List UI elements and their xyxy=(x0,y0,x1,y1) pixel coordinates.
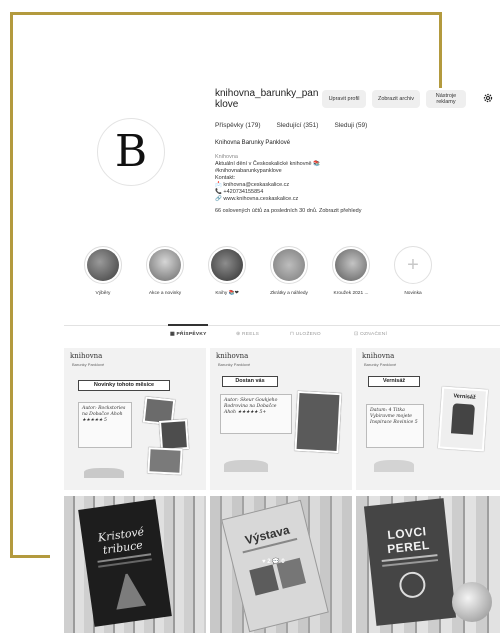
bio-phone: 📞 +420734155854 xyxy=(215,189,264,195)
post-brand-sub: Barunky Panklové xyxy=(218,362,251,367)
following-count[interactable]: Sleduji (59) xyxy=(334,122,367,129)
posts-count[interactable]: Příspěvky (179) xyxy=(215,122,261,129)
highlight-label: Novinka xyxy=(404,291,422,296)
book-sketch xyxy=(224,460,268,472)
tab-reels[interactable]: ⊛ REELS xyxy=(236,332,259,337)
poster-photo-title: Vernisáž xyxy=(453,393,476,401)
profile-tabs: ▦ PŘÍSPĚVKY ⊛ REELS ⊓ ULOŽENO ⊡ OZNAČENÍ xyxy=(64,332,500,344)
tab-tagged[interactable]: ⊡ OZNAČENÍ xyxy=(354,332,387,337)
post-note: Autor: Rockstories na Dobačce Ahoh ★★★★★… xyxy=(78,402,132,448)
followers-count[interactable]: Sledující (351) xyxy=(277,122,319,129)
highlight-cover xyxy=(211,249,243,281)
decoration-shell xyxy=(452,582,492,622)
post-brand-sub: Barunky Panklové xyxy=(72,362,105,367)
post-brand: knihovna xyxy=(216,352,249,360)
event-poster: Kristové tribuce xyxy=(78,499,172,627)
post-brand: knihovna xyxy=(362,352,395,360)
post-brand: knihovna xyxy=(70,352,103,360)
pearl-illustration xyxy=(398,570,427,600)
post-note: Datum: 4 Titka Vybiravme mojete Inspirac… xyxy=(366,404,424,448)
highlight-label: Knihy 📚❤ xyxy=(215,291,239,296)
profile-bio: Knihovna Barunky Panklové Knihovna Aktuá… xyxy=(215,140,415,215)
bio-line: Kontakt: xyxy=(215,175,236,181)
event-poster: LOVCI PEREL xyxy=(363,498,457,626)
gold-frame-bottom xyxy=(10,555,50,558)
gear-icon[interactable] xyxy=(482,92,494,104)
highlight-zkratky[interactable]: Zkrátky a náhledy xyxy=(264,246,314,296)
post-banner: Vernisáž xyxy=(368,376,420,387)
post-tile[interactable]: knihovna Barunky Panklové Vernisáž Datum… xyxy=(356,348,500,490)
profile-stats: Příspěvky (179) Sledující (351) Sleduji … xyxy=(215,122,367,129)
posts-grid: knihovna Barunky Panklové Novinky tohoto… xyxy=(64,348,500,633)
story-highlights: Výběry Akce a novinky Knihy 📚❤ Zkrátky a… xyxy=(76,246,456,306)
highlight-label: Zkrátky a náhledy xyxy=(270,291,308,296)
highlight-label: Kroužek 2021 ... xyxy=(333,291,369,296)
bio-website-link[interactable]: 🔗 www.knihovna.ceskaskalice.cz xyxy=(215,196,415,203)
book-sketch xyxy=(374,460,414,472)
edit-profile-button[interactable]: Upravit profil xyxy=(322,90,366,108)
bio-line: Aktuální dění v Českoskalické knihovně 📚 xyxy=(215,161,320,167)
insights-link[interactable]: 66 oslovených účtů za posledních 30 dnů.… xyxy=(215,208,415,215)
poster-title: LOVCI PEREL xyxy=(386,524,431,557)
ad-tools-button[interactable]: Nástroje reklamy xyxy=(426,90,466,108)
profile-avatar[interactable]: B xyxy=(97,118,165,186)
post-note: Autor: Skeur Goukjeho Rodrovina na Dobač… xyxy=(220,394,292,434)
tab-posts[interactable]: ▦ PŘÍSPĚVKY xyxy=(170,332,207,337)
gold-frame-left xyxy=(10,12,13,558)
highlight-label: Výběry xyxy=(95,291,111,296)
bio-email: 📩 knihovna@ceskaskalice.cz xyxy=(215,182,290,188)
post-tile[interactable]: Výstava ♥ 2 💬 0 xyxy=(210,496,352,633)
post-tile[interactable]: knihovna Barunky Panklové Novinky tohoto… xyxy=(64,348,206,490)
highlight-new[interactable]: + Novinka xyxy=(388,246,438,296)
active-tab-indicator xyxy=(168,324,208,326)
post-banner: Novinky tohoto měsíce xyxy=(78,380,170,391)
highlight-knihy[interactable]: Knihy 📚❤ xyxy=(202,246,252,296)
highlight-cover xyxy=(87,249,119,281)
avatar-logo: B xyxy=(114,126,148,177)
tab-saved[interactable]: ⊓ ULOŽENO xyxy=(290,332,321,337)
highlight-cover xyxy=(335,249,367,281)
book-photo xyxy=(147,447,183,475)
plus-icon: + xyxy=(394,246,432,284)
post-tile[interactable]: knihovna Barunky Panklové Dostan vás Aut… xyxy=(210,348,352,490)
highlight-krouzek[interactable]: Kroužek 2021 ... xyxy=(326,246,376,296)
highlight-label: Akce a novinky xyxy=(148,291,182,296)
book-sketch xyxy=(84,468,124,478)
highlight-cover xyxy=(149,249,181,281)
tree-illustration xyxy=(111,571,147,610)
post-tile[interactable]: Kristové tribuce xyxy=(64,496,206,633)
post-tile[interactable]: LOVCI PEREL xyxy=(356,496,500,633)
profile-username: knihovna_barunky_pan klove xyxy=(215,88,319,110)
post-banner: Dostan vás xyxy=(222,376,278,387)
engagement-overlay: ♥ 2 💬 0 xyxy=(262,559,285,565)
gold-frame-top xyxy=(10,12,442,15)
profile-full-name: Knihovna Barunky Panklové xyxy=(215,140,291,146)
book-photo xyxy=(158,419,190,451)
view-archive-button[interactable]: Zobrazit archiv xyxy=(372,90,420,108)
post-brand-sub: Barunky Panklové xyxy=(364,362,397,367)
tabs-divider xyxy=(64,325,500,326)
highlight-cover xyxy=(273,249,305,281)
highlight-vybery[interactable]: Výběry xyxy=(78,246,128,296)
highlight-akce[interactable]: Akce a novinky xyxy=(140,246,190,296)
poster-photo: Vernisáž xyxy=(437,386,489,452)
profile-category: Knihovna xyxy=(215,154,238,160)
bio-hashtag[interactable]: #knihovnabarunkypanklove xyxy=(215,168,415,175)
book-cover-photo xyxy=(294,390,342,454)
gold-frame-right xyxy=(439,12,442,90)
